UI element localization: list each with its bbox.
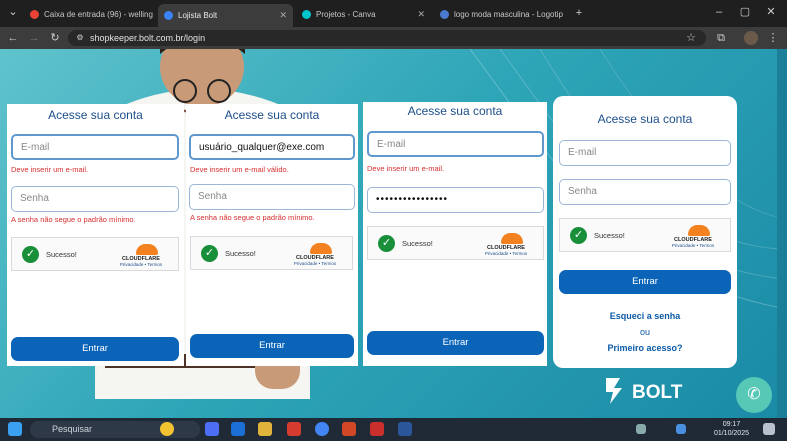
word-icon[interactable] xyxy=(398,422,412,436)
cloudflare-logo: CLOUDFLARE Privacidade • Termos xyxy=(666,224,720,248)
password-error: A senha não segue o padrão mínimo. xyxy=(190,213,315,222)
forgot-password-link[interactable]: Esqueci a senha xyxy=(553,311,737,321)
canva-icon xyxy=(302,9,311,19)
browser-tab-bar: ⌄ Caixa de entrada (96) - welling✕ Lojis… xyxy=(0,0,787,27)
captcha-links[interactable]: Privacidade • Termos xyxy=(666,243,720,248)
gmail-icon xyxy=(30,9,39,19)
outlook-icon[interactable] xyxy=(231,422,245,436)
tab-logotipo[interactable]: logo moda masculina - Logotip✕ xyxy=(434,4,569,24)
minimize-icon[interactable]: – xyxy=(712,5,726,19)
browser-toolbar: ← → ↻ shopkeeper.bolt.com.br/login ⚙ ☆ ⧉… xyxy=(0,27,787,49)
cloudflare-logo: CLOUDFLARE Privacidade • Termos xyxy=(114,243,168,267)
cloudflare-captcha[interactable]: ✓ Sucesso! CLOUDFLARE Privacidade • Termo… xyxy=(559,218,731,252)
card-title: Acesse sua conta xyxy=(48,108,143,122)
captcha-status: Sucesso! xyxy=(46,250,77,259)
first-access-link[interactable]: Primeiro acesso? xyxy=(553,343,737,353)
or-separator: ou xyxy=(639,327,650,337)
whatsapp-button[interactable]: ✆ xyxy=(736,377,772,413)
menu-icon[interactable]: ⋮ xyxy=(766,31,780,45)
success-check-icon: ✓ xyxy=(201,245,218,262)
card-title: Acesse sua conta xyxy=(407,104,503,118)
tab-lojista-bolt[interactable]: Lojista Bolt ✕ xyxy=(158,4,293,27)
enter-button[interactable]: Entrar xyxy=(190,334,354,358)
close-icon[interactable]: ✕ xyxy=(411,9,425,20)
address-bar[interactable]: shopkeeper.bolt.com.br/login xyxy=(68,30,706,46)
email-field[interactable]: E-mail xyxy=(11,134,179,160)
bolt-logo: BOLT xyxy=(602,376,692,406)
enter-button[interactable]: Entrar xyxy=(11,337,179,361)
login-card-4: Acesse sua conta E-mail Senha ✓ Sucesso!… xyxy=(553,96,737,368)
whatsapp-icon: ✆ xyxy=(747,386,761,403)
new-tab-icon[interactable]: + xyxy=(572,6,586,20)
windows-taskbar: Pesquisar 09:17 01/10/2025 xyxy=(0,418,787,441)
password-field[interactable]: Senha xyxy=(559,179,731,205)
email-error: Deve inserir um e-mail válido. xyxy=(190,165,289,174)
captcha-links[interactable]: Privacidade • Termos xyxy=(479,251,533,256)
profile-avatar[interactable] xyxy=(744,31,758,45)
app-icon[interactable] xyxy=(370,422,384,436)
extensions-icon[interactable]: ⧉ xyxy=(714,31,728,45)
bookmark-star-icon[interactable]: ☆ xyxy=(684,31,698,45)
captcha-links[interactable]: Privacidade • Termos xyxy=(114,262,168,267)
window-close-icon[interactable]: ✕ xyxy=(764,5,778,19)
captcha-links[interactable]: Privacidade • Termos xyxy=(288,261,342,266)
powerpoint-icon[interactable] xyxy=(342,422,356,436)
copilot-icon[interactable] xyxy=(205,422,219,436)
card-title: Acesse sua conta xyxy=(597,112,693,126)
bolt-icon xyxy=(606,378,622,404)
logo-site-icon xyxy=(440,9,449,19)
success-check-icon: ✓ xyxy=(378,235,395,252)
cloudflare-logo: CLOUDFLARE Privacidade • Termos xyxy=(479,232,533,256)
tab-canva[interactable]: Projetos - Canva ✕ xyxy=(296,4,431,24)
pdf-icon[interactable] xyxy=(287,422,301,436)
email-error: Deve inserir um e-mail. xyxy=(367,164,445,173)
email-field[interactable]: E-mail xyxy=(559,140,731,166)
password-error: A senha não segue o padrão mínimo. xyxy=(11,215,136,224)
password-field[interactable]: Senha xyxy=(11,186,179,212)
login-card-1: Acesse sua conta E-mail Deve inserir um … xyxy=(7,104,184,366)
clock[interactable]: 09:17 01/10/2025 xyxy=(714,420,749,438)
enter-button[interactable]: Entrar xyxy=(559,270,731,294)
back-icon[interactable]: ← xyxy=(6,31,20,45)
close-icon[interactable]: ✕ xyxy=(153,9,156,20)
email-error: Deve inserir um e-mail. xyxy=(11,165,89,174)
page-viewport: Acesse sua conta E-mail Deve inserir um … xyxy=(0,49,787,418)
notifications-icon[interactable] xyxy=(763,423,775,435)
password-field[interactable]: •••••••••••••••• xyxy=(367,187,544,213)
file-explorer-icon[interactable] xyxy=(258,422,272,436)
success-check-icon: ✓ xyxy=(22,246,39,263)
windows-start-icon[interactable] xyxy=(8,422,22,436)
captcha-status: Sucesso! xyxy=(225,249,256,258)
bolt-icon xyxy=(164,11,173,20)
login-card-3: Acesse sua conta E-mail Deve inserir um … xyxy=(363,102,547,366)
cloudflare-logo: CLOUDFLARE Privacidade • Termos xyxy=(288,242,342,266)
close-icon[interactable]: ✕ xyxy=(563,9,570,20)
reload-icon[interactable]: ↻ xyxy=(48,31,62,45)
chrome-icon[interactable] xyxy=(315,422,329,436)
tab-gmail[interactable]: Caixa de entrada (96) - welling✕ xyxy=(24,4,156,24)
login-card-2: Acesse sua conta usuário_qualquer@exe.co… xyxy=(186,104,358,366)
email-field[interactable]: usuário_qualquer@exe.com xyxy=(189,134,355,160)
page-scrollbar[interactable] xyxy=(777,49,787,418)
maximize-icon[interactable]: ▢ xyxy=(738,5,752,19)
password-field[interactable]: Senha xyxy=(189,184,355,210)
tray-icon[interactable] xyxy=(636,424,646,434)
success-check-icon: ✓ xyxy=(570,227,587,244)
enter-button[interactable]: Entrar xyxy=(367,331,544,355)
bluetooth-icon[interactable] xyxy=(676,424,686,434)
cloudflare-captcha[interactable]: ✓ Sucesso! CLOUDFLARE Privacidade • Termo… xyxy=(11,237,179,271)
cloudflare-captcha[interactable]: ✓ Sucesso! CLOUDFLARE Privacidade • Termo… xyxy=(367,226,544,260)
captcha-status: Sucesso! xyxy=(402,239,433,248)
close-icon[interactable]: ✕ xyxy=(273,10,287,21)
tab-search-icon[interactable]: ⌄ xyxy=(6,5,20,19)
email-field[interactable]: E-mail xyxy=(367,131,544,157)
captcha-status: Sucesso! xyxy=(594,231,625,240)
copilot-sparkle-icon[interactable] xyxy=(160,422,174,436)
cloudflare-captcha[interactable]: ✓ Sucesso! CLOUDFLARE Privacidade • Termo… xyxy=(190,236,353,270)
site-info-icon[interactable]: ⚙ xyxy=(73,31,87,45)
card-title: Acesse sua conta xyxy=(224,108,320,122)
taskbar-search[interactable]: Pesquisar xyxy=(30,421,200,438)
forward-icon[interactable]: → xyxy=(27,31,41,45)
